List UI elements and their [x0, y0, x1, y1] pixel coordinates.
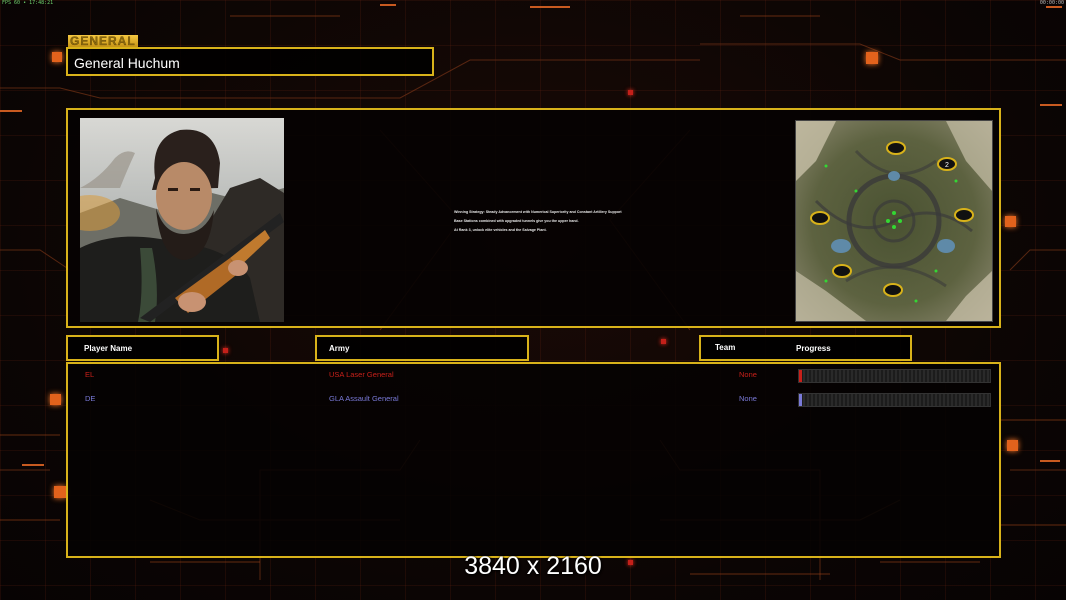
player-army: GLA Assault General	[329, 394, 399, 403]
general-name: General Huchum	[74, 55, 180, 71]
deco-bar	[22, 464, 44, 466]
player-name: EL	[85, 370, 95, 379]
column-header-label: Team	[715, 343, 736, 352]
resolution-label: 3840 x 2160	[464, 552, 602, 580]
glow-dot	[54, 486, 66, 498]
column-header-label: Army	[329, 344, 350, 353]
loading-screen: FPS 60 • 17:48:21 00:00:00 GENERAL Gener…	[0, 0, 1066, 600]
load-progress-fill	[799, 394, 802, 406]
glow-dot	[52, 52, 62, 62]
player-name: DE	[85, 394, 96, 403]
column-header-army: Army	[315, 335, 529, 361]
table-row: DE GLA Assault General None	[68, 391, 999, 407]
player-team: None	[739, 394, 757, 403]
column-header-team-progress: Team Progress	[699, 335, 912, 361]
table-row: EL USA Laser General None	[68, 367, 999, 383]
glow-dot	[1005, 216, 1016, 227]
glow-dot	[661, 339, 666, 344]
player-list: EL USA Laser General None DE GLA Assault…	[66, 362, 1001, 558]
deco-bar	[1040, 460, 1060, 462]
briefing-line: Winning Strategy: Steady Advancement wit…	[454, 210, 622, 214]
load-progress-fill	[799, 370, 802, 382]
column-header-label: Progress	[796, 344, 831, 353]
briefing-line: At Rank 3, unlock elite vehicles and the…	[454, 228, 547, 232]
glow-dot	[866, 52, 878, 64]
minimap-image: 2	[796, 121, 992, 321]
deco-bar	[0, 110, 22, 112]
column-header-label: Player Name	[84, 344, 133, 353]
glow-dot	[628, 90, 633, 95]
briefing-line: Base Stations combined with upgraded tun…	[454, 219, 579, 223]
player-team: None	[739, 370, 757, 379]
glow-dot	[223, 348, 228, 353]
load-progress-bar	[798, 369, 991, 383]
glow-dot	[1007, 440, 1018, 451]
glow-dot	[50, 394, 61, 405]
tactical-minimap: 2	[795, 120, 993, 322]
portrait-image	[80, 118, 284, 322]
fps-counter: FPS 60 • 17:48:21	[2, 0, 54, 6]
column-header-player-name: Player Name	[66, 335, 219, 361]
deco-bar	[380, 4, 396, 6]
general-category-label: GENERAL	[68, 34, 138, 48]
clock: 00:00:00	[1039, 0, 1064, 6]
deco-bar	[1046, 6, 1062, 8]
deco-bar	[530, 6, 570, 8]
briefing-text: Winning Strategy: Steady Advancement wit…	[454, 208, 694, 235]
briefing-panel: Winning Strategy: Steady Advancement wit…	[66, 108, 1001, 328]
title-box: General Huchum	[66, 47, 434, 76]
deco-bar	[1040, 104, 1062, 106]
player-army: USA Laser General	[329, 370, 394, 379]
load-progress-bar	[798, 393, 991, 407]
general-portrait	[80, 118, 284, 322]
start-marker-label: 2	[945, 162, 949, 169]
